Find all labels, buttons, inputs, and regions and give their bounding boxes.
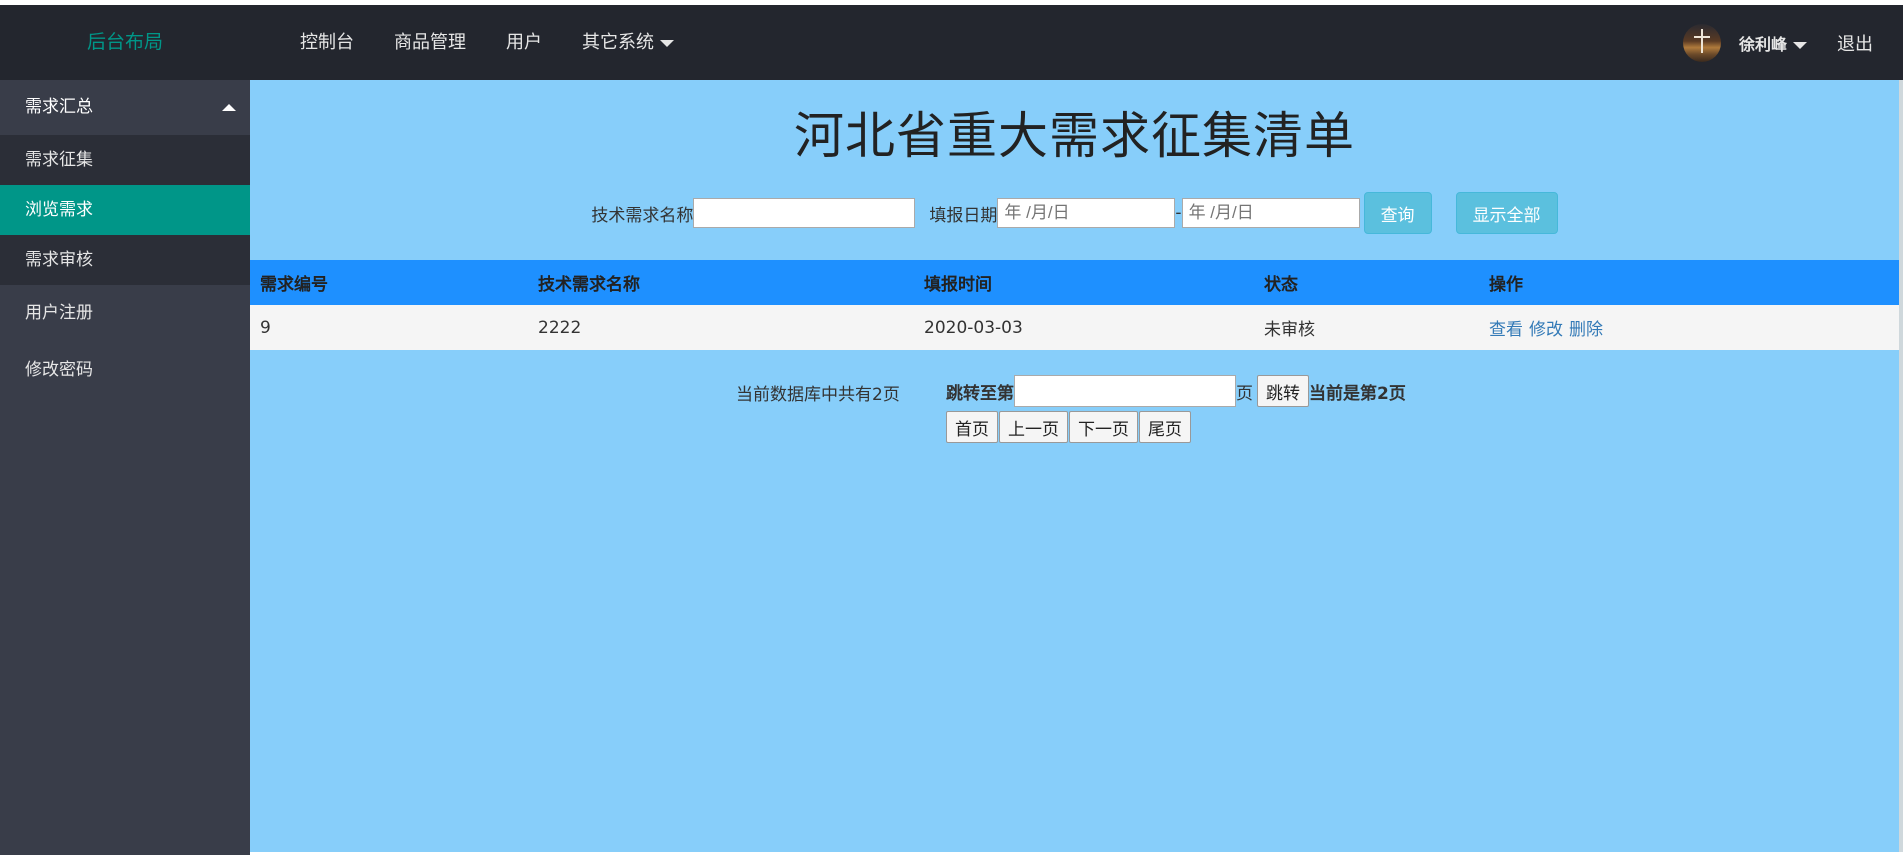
last-page-button[interactable]: 尾页: [1139, 411, 1191, 443]
avatar[interactable]: [1682, 23, 1721, 62]
sidebar-item-user-register[interactable]: 用户注册: [0, 285, 250, 342]
sidebar-item-demand-review[interactable]: 需求审核: [0, 235, 250, 285]
sidebar-group-demand-summary[interactable]: 需求汇总: [0, 80, 250, 135]
main-content: 河北省重大需求征集清单 技术需求名称 填报日期 - 查询 显示全部 需求编号 技…: [250, 80, 1899, 852]
chevron-up-icon: [222, 104, 236, 111]
sidebar-item-demand-collection[interactable]: 需求征集: [0, 135, 250, 185]
logout-link[interactable]: 退出: [1837, 30, 1873, 56]
page-title: 河北省重大需求征集清单: [794, 107, 1355, 165]
table-header-cell: 填报时间: [924, 275, 992, 295]
view-link[interactable]: 查看: [1489, 320, 1523, 340]
table-header-row: 需求编号 技术需求名称 填报时间 状态 操作: [250, 260, 1899, 305]
pager-buttons: 首页 上一页 下一页 尾页: [946, 411, 1191, 443]
top-header: 后台布局 控制台 商品管理 用户 其它系统 徐利峰 退出: [0, 5, 1903, 80]
table-row: 9 2222 2020-03-03 未审核 查看 修改 删除: [250, 305, 1899, 350]
nav-item-other-systems-label: 其它系统: [582, 32, 654, 53]
page-suffix: 页: [1236, 383, 1253, 404]
user-area: 徐利峰 退出: [1682, 5, 1903, 80]
edit-link[interactable]: 修改: [1529, 320, 1563, 340]
scrollbar[interactable]: [1899, 80, 1903, 852]
cell-name: 2222: [538, 317, 582, 338]
sidebar-item-change-password[interactable]: 修改密码: [0, 342, 250, 399]
cell-date: 2020-03-03: [924, 317, 1023, 338]
user-menu[interactable]: 徐利峰: [1739, 31, 1807, 55]
table-header-cell: 状态: [1264, 275, 1298, 295]
table-header-cell: 操作: [1489, 275, 1523, 295]
chevron-down-icon: [1793, 41, 1807, 49]
sidebar-group-label: 需求汇总: [25, 97, 93, 117]
prev-page-button[interactable]: 上一页: [999, 411, 1068, 443]
tech-name-input[interactable]: [693, 198, 916, 228]
table-header-cell: 技术需求名称: [538, 275, 640, 295]
jump-label: 跳转至第: [946, 383, 1014, 404]
search-form: 技术需求名称 填报日期 - 查询 显示全部: [250, 192, 1899, 234]
avatar-cross-vertical: [1700, 28, 1703, 53]
pager-total-text: 当前数据库中共有2页: [736, 385, 900, 405]
next-page-button[interactable]: 下一页: [1069, 411, 1138, 443]
date-label: 填报日期: [929, 205, 998, 226]
chevron-down-icon: [660, 39, 674, 47]
table-header-cell: 需求编号: [260, 275, 328, 295]
first-page-button[interactable]: 首页: [946, 411, 998, 443]
sidebar: 需求汇总 需求征集 浏览需求 需求审核 用户注册 修改密码: [0, 80, 250, 855]
pager-jump: 跳转至第 页 跳转 当前是第2页: [946, 375, 1406, 407]
nav-item-other-systems[interactable]: 其它系统: [562, 5, 694, 80]
current-page-text: 当前是第2页: [1309, 383, 1406, 404]
demand-table: 需求编号 技术需求名称 填报时间 状态 操作 9 2222 2020-03-03…: [250, 260, 1899, 350]
avatar-cross-horizontal: [1693, 35, 1710, 38]
user-name: 徐利峰: [1738, 34, 1787, 54]
name-label: 技术需求名称: [591, 205, 694, 226]
cell-id: 9: [260, 317, 271, 338]
show-all-button[interactable]: 显示全部: [1455, 192, 1558, 234]
nav-item-console[interactable]: 控制台: [280, 5, 374, 80]
date-end-input[interactable]: [1181, 198, 1360, 228]
page-number-input[interactable]: [1014, 375, 1236, 407]
cell-actions: 查看 修改 删除: [1479, 315, 1899, 340]
delete-link[interactable]: 删除: [1569, 320, 1603, 340]
cell-status: 未审核: [1264, 320, 1315, 340]
nav-item-product-management[interactable]: 商品管理: [374, 5, 486, 80]
jump-button[interactable]: 跳转: [1257, 375, 1309, 407]
nav-item-users[interactable]: 用户: [486, 5, 562, 80]
app-logo[interactable]: 后台布局: [0, 5, 250, 80]
date-start-input[interactable]: [997, 198, 1176, 228]
query-button[interactable]: 查询: [1363, 192, 1432, 234]
sidebar-item-browse-demand[interactable]: 浏览需求: [0, 185, 250, 235]
top-nav: 控制台 商品管理 用户 其它系统: [280, 5, 694, 80]
